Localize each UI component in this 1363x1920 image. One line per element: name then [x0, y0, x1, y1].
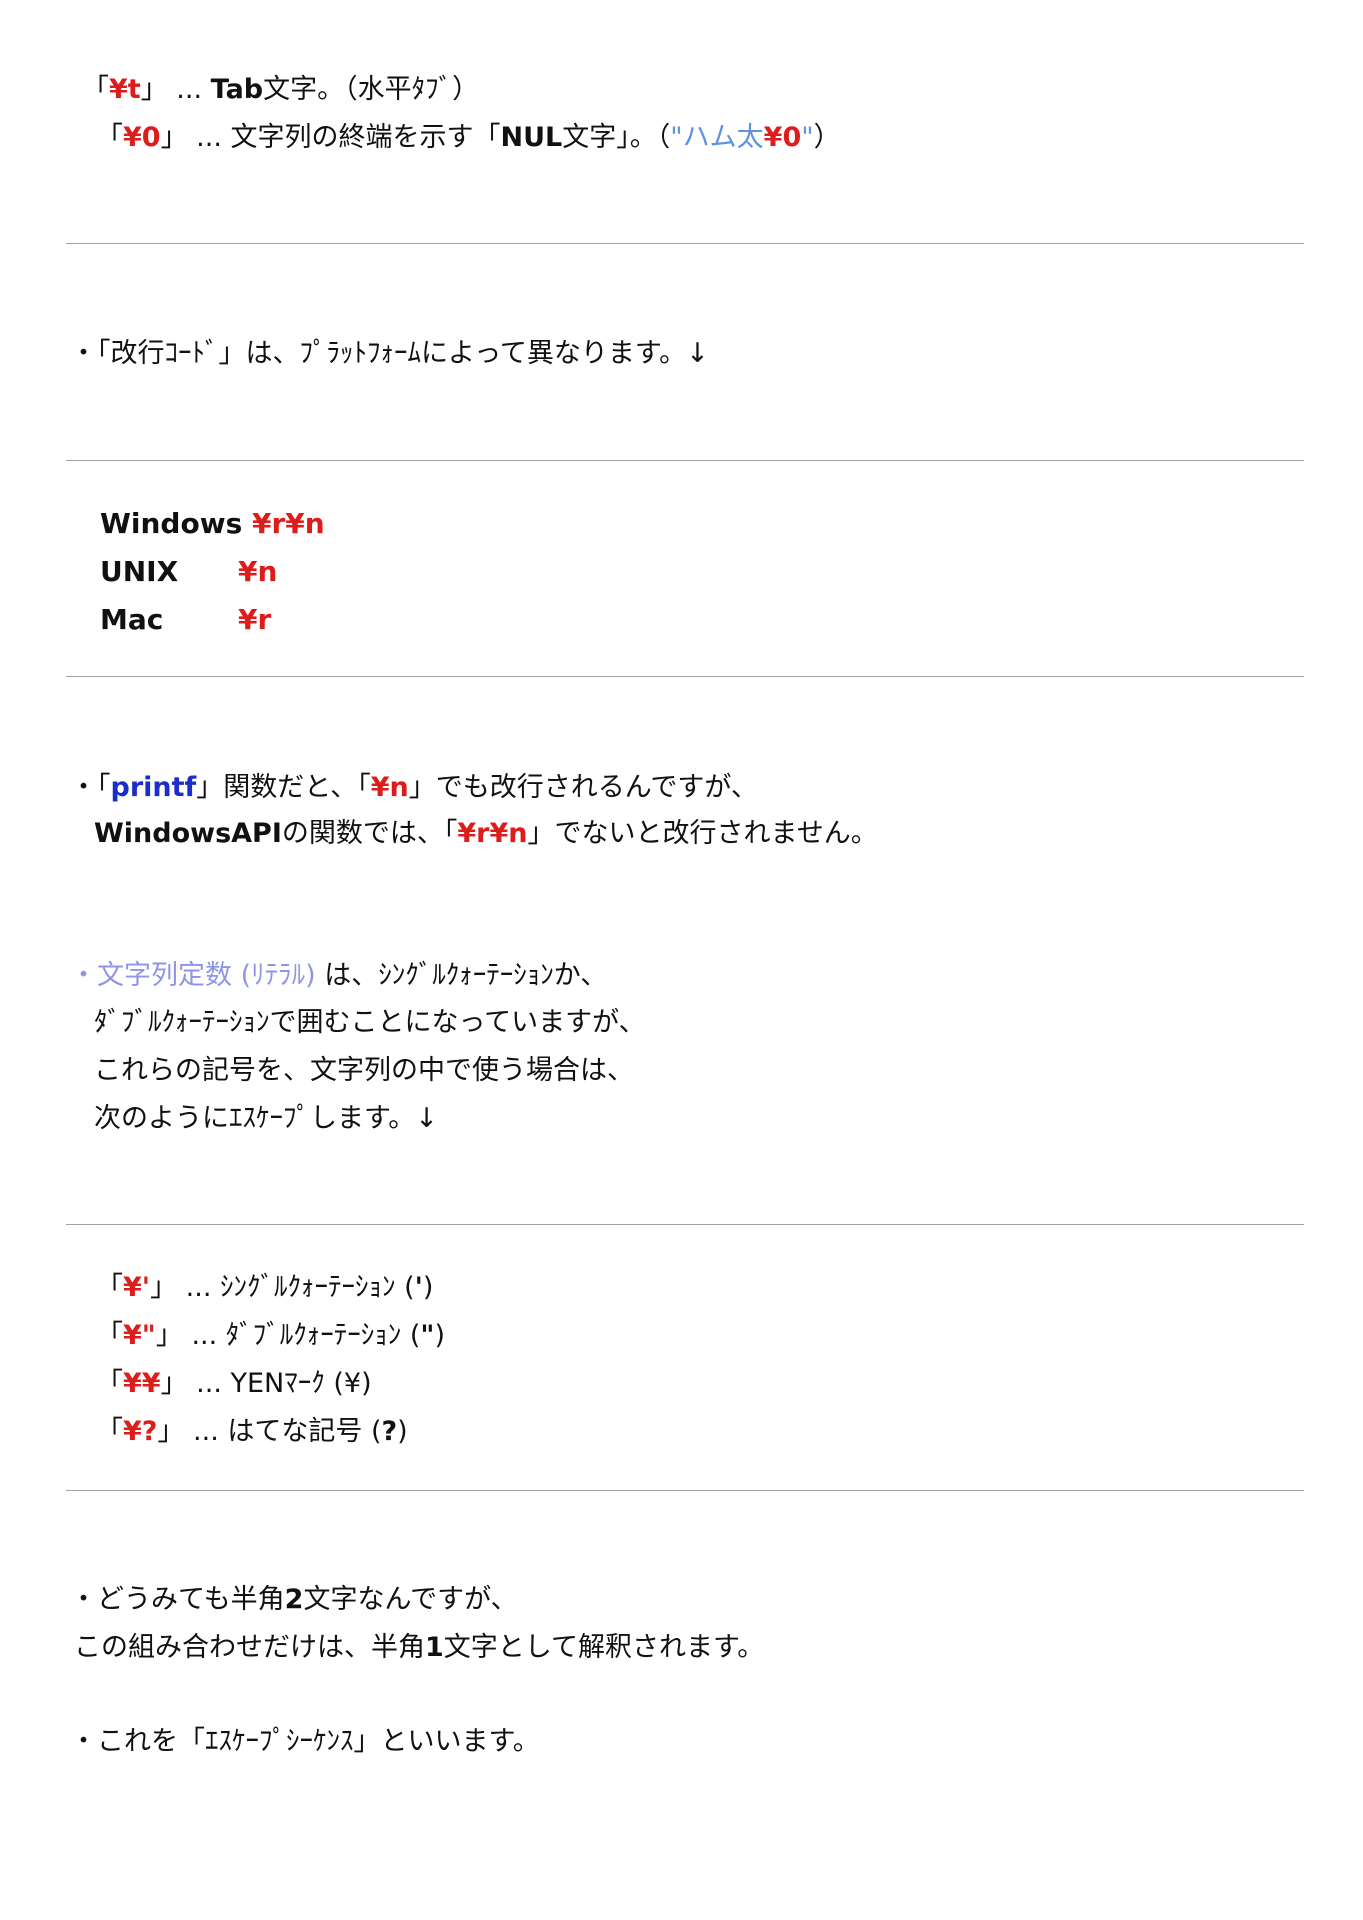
- literal-note-line-1: ・文字列定数 (ﾘﾃﾗﾙ) は、ｼﾝｸﾞﾙｸｫｰﾃｰｼｮﾝか、: [70, 960, 608, 991]
- escape-code: ¥?: [123, 1416, 158, 1447]
- platform-windows: Windows: [100, 507, 243, 540]
- escape-row-single-quote: 「¥'」 ... ｼﾝｸﾞﾙｸｫｰﾃｰｼｮﾝ ('): [96, 1272, 434, 1303]
- divider-5: [66, 1490, 1304, 1491]
- newline-note: ・「改行ｺｰﾄﾞ」は、ﾌﾟﾗｯﾄﾌｫｰﾑによって異なります。↓: [70, 338, 709, 369]
- divider-3: [66, 676, 1304, 677]
- newline-code-unix: ¥n: [238, 555, 278, 588]
- windows-api-newline-code: ¥r¥n: [457, 818, 528, 849]
- summary-line-2: この組み合わせだけは、半角1文字として解釈されます。: [74, 1632, 765, 1663]
- tab-escape-line: 「¥t」 ... Tab文字。（水平ﾀﾌﾞ）: [82, 74, 480, 105]
- summary-line-1: ・どうみても半角2文字なんですが、: [70, 1584, 518, 1615]
- printf-newline-code: ¥n: [370, 772, 409, 803]
- escape-row-double-quote: 「¥"」 ... ﾀﾞﾌﾞﾙｸｫｰﾃｰｼｮﾝ ("): [96, 1320, 446, 1351]
- divider-2: [66, 460, 1304, 461]
- tab-escape-name: Tab: [210, 74, 264, 105]
- nul-example-text: "ハム太: [670, 122, 764, 153]
- printf-func-name: printf: [110, 772, 197, 803]
- nul-escape-line: 「¥0」 ... 文字列の終端を示す「NUL文字」。（"ハム太¥0"）: [96, 122, 841, 153]
- nul-escape-code: ¥0: [123, 122, 161, 153]
- literal-note-line-3: これらの記号を、文字列の中で使う場合は、: [94, 1055, 634, 1086]
- platform-unix: UNIX: [100, 555, 179, 588]
- tab-escape-code: ¥t: [109, 74, 141, 105]
- divider-4: [66, 1224, 1304, 1225]
- nul-example-code: ¥0: [763, 122, 802, 153]
- divider-1: [66, 243, 1304, 244]
- platform-mac: Mac: [100, 603, 164, 636]
- escape-row-yen: 「¥¥」 ... YENﾏｰｸ (¥): [96, 1368, 372, 1399]
- escape-row-question: 「¥?」 ... はてな記号 (?): [96, 1416, 408, 1447]
- literal-highlight: 文字列定数 (ﾘﾃﾗﾙ): [97, 960, 316, 991]
- tab-escape-desc: 文字。（水平ﾀﾌﾞ）: [263, 74, 480, 105]
- escape-code: ¥¥: [123, 1368, 161, 1399]
- nul-escape-mid: 文字」。（: [562, 122, 671, 153]
- escape-code: ¥': [123, 1272, 151, 1303]
- newline-code-windows: ¥r¥n: [252, 507, 325, 540]
- literal-note-line-4: 次のようにｴｽｹｰﾌﾟします。↓: [94, 1103, 438, 1134]
- printf-note-line-2: WindowsAPIの関数では、「¥r¥n」でないと改行されません。: [94, 818, 878, 849]
- newline-code-mac: ¥r: [238, 603, 272, 636]
- nul-example-quote: ": [801, 122, 814, 153]
- escape-code: ¥": [123, 1320, 156, 1351]
- tab-escape-prefix: ...: [176, 74, 211, 105]
- summary-line-3: ・これを「ｴｽｹｰﾌﾟｼｰｹﾝｽ」といいます。: [70, 1726, 540, 1757]
- literal-note-line-2: ﾀﾞﾌﾞﾙｸｫｰﾃｰｼｮﾝで囲むことになっていますが、: [94, 1007, 646, 1038]
- nul-escape-end: ）: [813, 122, 841, 153]
- windows-api-label: WindowsAPI: [94, 818, 282, 849]
- nul-escape-prefix: ... 文字列の終端を示す「: [196, 122, 501, 153]
- printf-note-line-1: ・「printf」関数だと、「¥n」でも改行されるんですが、: [70, 772, 758, 803]
- nul-escape-name: NUL: [500, 122, 563, 153]
